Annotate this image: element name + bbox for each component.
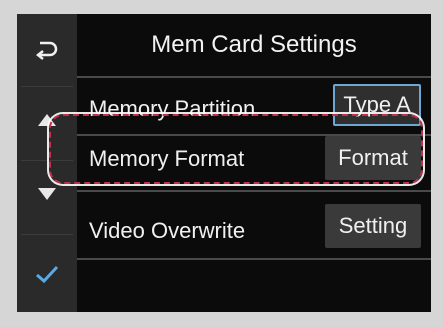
- divider: [21, 160, 73, 161]
- video-overwrite-label: Video Overwrite: [89, 218, 246, 243]
- video-overwrite-button[interactable]: Setting: [325, 204, 421, 248]
- device-frame: Mem Card Settings Memory Partition Type …: [0, 0, 443, 327]
- scroll-up-button[interactable]: [17, 92, 77, 148]
- confirm-button[interactable]: [17, 246, 77, 302]
- back-arrow-icon: [35, 41, 58, 60]
- divider: [77, 190, 431, 192]
- triangle-down-icon: [38, 188, 56, 200]
- page-title: Mem Card Settings: [151, 31, 357, 58]
- memory-partition-label: Memory Partition: [89, 96, 256, 121]
- divider: [21, 86, 73, 87]
- divider: [21, 234, 73, 235]
- screen: Mem Card Settings Memory Partition Type …: [17, 14, 431, 312]
- checkmark-icon: [36, 265, 59, 284]
- memory-format-button[interactable]: Format: [325, 136, 421, 180]
- scroll-down-button[interactable]: [17, 166, 77, 222]
- side-rail: [17, 14, 77, 312]
- divider: [77, 258, 431, 260]
- back-button[interactable]: [17, 22, 77, 78]
- memory-format-label: Memory Format: [89, 146, 245, 171]
- divider: [77, 76, 431, 78]
- memory-partition-button[interactable]: Type A: [333, 84, 421, 126]
- main-panel: Mem Card Settings Memory Partition Type …: [77, 14, 431, 312]
- triangle-up-icon: [38, 114, 56, 126]
